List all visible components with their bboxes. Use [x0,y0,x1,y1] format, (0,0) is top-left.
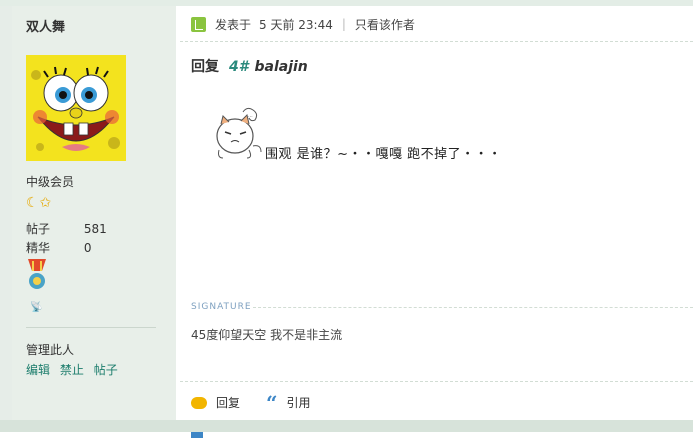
medal-icon [28,259,46,289]
signature-divider [253,307,693,308]
reply-to-user[interactable]: balajin [254,59,307,75]
avatar[interactable] [26,55,126,161]
header-divider [180,41,693,42]
emoticon-icon: ··· [216,107,262,159]
post-separator-bar [0,420,693,432]
author-sidebar: 双人舞 中级会员 ☾✩ 帖子 581 精华 0 📡 管理此人 编辑 禁止 帖子 [12,6,176,420]
stat-digest: 精华 0 [26,239,91,256]
next-post-area [0,432,693,442]
spongebob-avatar-image [26,55,126,161]
signature-text: 45度仰望天空 我不是非主流 [191,328,343,342]
actions-divider [180,381,693,382]
author-name[interactable]: 双人舞 [26,16,65,35]
meta-separator: | [341,17,346,31]
user-posts-link[interactable]: 帖子 [94,363,118,377]
member-rank: 中级会员 [26,175,75,189]
stat-label: 精华 [26,241,51,255]
left-edge [0,0,12,442]
ban-user-link[interactable]: 禁止 [60,363,84,377]
edit-user-link[interactable]: 编辑 [26,363,50,377]
svg-text:···: ··· [248,114,253,120]
post-status-icon [191,16,206,32]
post-meta: 发表于 5 天前 23:44 | 只看该作者 [191,15,415,33]
next-post-icon [191,432,203,438]
post-actions: 回复 “ 引用 [191,393,311,413]
stat-value: 581 [83,222,107,236]
satellite-icon: 📡 [30,302,43,313]
floor-number[interactable]: 4# [229,59,248,75]
posted-prefix: 发表于 [215,17,252,32]
reply-icon[interactable] [191,396,207,409]
post-title: 回复 4# balajin [191,56,308,76]
posted-time: 5 天前 23:44 [259,17,333,32]
manage-links: 编辑 禁止 帖子 [26,361,124,378]
signature-label: SIGNATURE [191,302,252,312]
stat-value: 0 [83,241,92,255]
quote-icon[interactable]: “ [266,393,278,413]
quote-button[interactable]: 引用 [287,394,311,411]
post-content: 围观 是谁？~・・嘎嘎 跑不掉了・・・ [265,147,502,162]
stat-posts: 帖子 581 [26,220,107,237]
reply-label: 回复 [191,59,219,75]
only-author-link[interactable]: 只看该作者 [355,16,415,33]
stat-label: 帖子 [26,222,51,236]
rank-stars-icon: ☾✩ [26,195,53,211]
manage-title: 管理此人 [26,343,75,357]
sidebar-divider [26,327,156,328]
reply-button[interactable]: 回复 [216,394,240,411]
